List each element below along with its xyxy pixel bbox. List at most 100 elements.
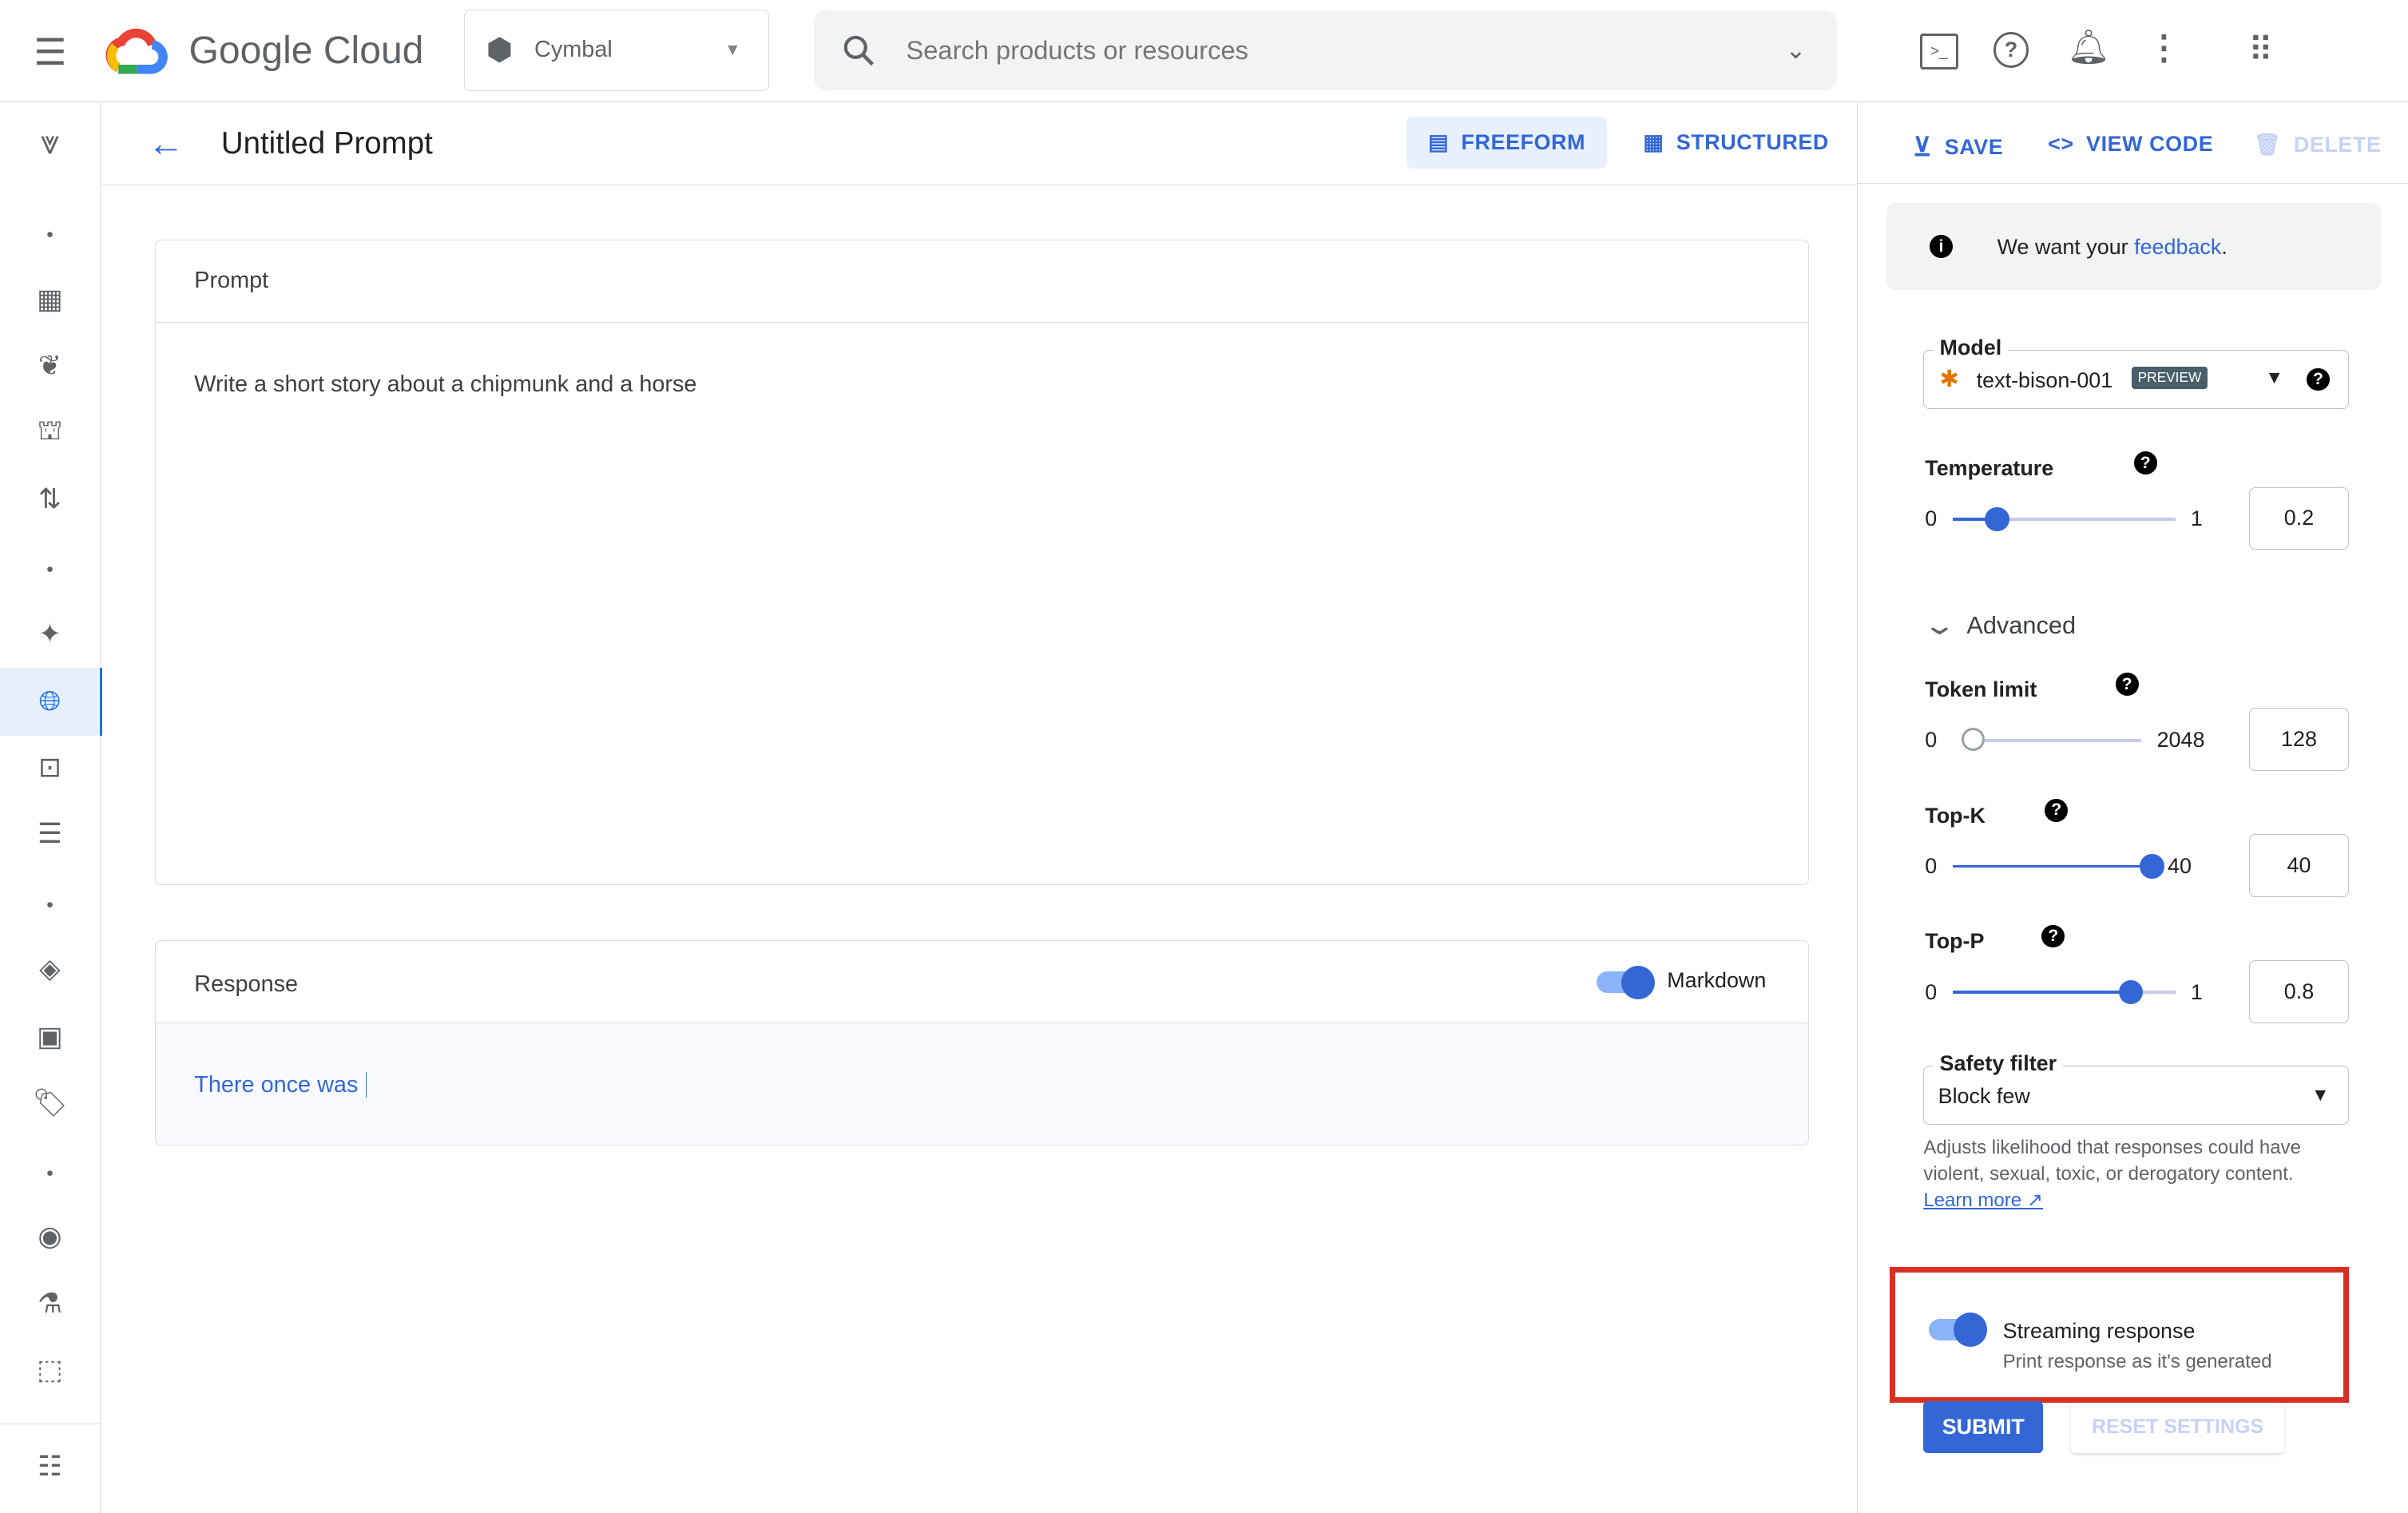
table-icon: ▦ <box>1643 130 1664 155</box>
temperature-max: 1 <box>2190 506 2203 531</box>
top-k-slider[interactable] <box>1952 854 2165 879</box>
temperature-help-icon[interactable]: ? <box>2133 451 2157 475</box>
tab-structured[interactable]: ▦ STRUCTURED <box>1643 117 1829 169</box>
top-p-min: 0 <box>1925 979 1938 1004</box>
dropdown-arrow-icon: ▼ <box>2311 1083 2330 1105</box>
learn-more-text: Learn more <box>1923 1189 2022 1212</box>
apps-grid-icon[interactable]: ⠿ <box>2248 30 2273 69</box>
top-p-slider[interactable] <box>1952 979 2176 1005</box>
token-limit-label: Token limit <box>1925 677 2037 701</box>
settings-panel: ⊻ SAVE <> VIEW CODE 🗑︎ DELETE i We want you… <box>1856 102 2408 1513</box>
chevron-down-icon[interactable]: ⌄ <box>1785 36 1806 65</box>
top-k-slider-thumb[interactable] <box>2140 854 2165 879</box>
trash-icon: 🗑︎ <box>2253 133 2282 157</box>
notifications-icon[interactable]: 🔔︎ <box>2067 28 2110 67</box>
pipelines-icon[interactable]: ⇅ <box>0 468 100 530</box>
token-limit-control: Token limit ? 0 2048 128 <box>1858 673 2408 800</box>
top-p-max: 1 <box>2190 979 2203 1004</box>
top-k-value-input[interactable]: 40 <box>2248 834 2350 897</box>
caret-down-icon: ▼ <box>724 40 741 59</box>
token-limit-min: 0 <box>1925 728 1938 753</box>
top-k-max: 40 <box>2168 854 2192 879</box>
search-bar[interactable]: ⌄ <box>814 10 1837 91</box>
feedback-text: We want your <box>1997 235 2135 260</box>
token-limit-max: 2048 <box>2156 728 2205 753</box>
delete-button: 🗑︎ DELETE <box>2254 132 2382 157</box>
dashboard-icon[interactable]: ▦ <box>0 268 100 330</box>
model-garden-icon[interactable]: ⛫ <box>0 403 100 464</box>
temperature-value-input[interactable]: 0.2 <box>2248 486 2350 550</box>
project-icon: ⬢ <box>486 33 514 68</box>
prompt-header: ← Untitled Prompt ▤ FREEFORM ▦ STRUCTURED <box>101 103 1855 185</box>
project-selector[interactable]: ⬢ Cymbal ▼ <box>463 9 770 91</box>
search-input[interactable] <box>903 34 1786 68</box>
project-name: Cymbal <box>534 37 613 63</box>
streaming-subtitle: Print response as it's generated <box>2002 1351 2272 1373</box>
google-cloud-logo <box>105 28 168 74</box>
menu-icon[interactable]: ☰ <box>34 30 66 73</box>
top-bar: ☰ Google Cloud ⬢ Cymbal ▼ ⌄ >_ ? 🔔︎ ⋮ ⠿ <box>0 0 2408 102</box>
top-p-help-icon[interactable]: ? <box>2041 924 2065 948</box>
nav-separator-dot: ● <box>46 562 54 577</box>
save-icon: ⊻ <box>1912 132 1933 162</box>
token-limit-help-icon[interactable]: ? <box>2115 673 2139 696</box>
advanced-toggle[interactable]: ⌄ Advanced <box>1922 610 2076 641</box>
deploy-icon[interactable]: ◉ <box>0 1205 100 1267</box>
temperature-slider[interactable] <box>1952 506 2176 532</box>
help-icon[interactable]: ? <box>1993 32 2029 68</box>
experiments-icon[interactable]: ⚗ <box>0 1273 100 1335</box>
temperature-control: Temperature ? 0 1 0.2 <box>1858 451 2408 579</box>
save-button[interactable]: ⊻ SAVE <box>1913 132 2003 162</box>
workbench-icon[interactable]: ⬚ <box>0 1340 100 1401</box>
top-k-help-icon[interactable]: ? <box>2045 798 2069 822</box>
submit-button[interactable]: SUBMIT <box>1923 1400 2044 1453</box>
model-help-icon[interactable]: ? <box>2307 367 2330 391</box>
reset-settings-button: RESET SETTINGS <box>2071 1401 2284 1453</box>
top-p-slider-thumb[interactable] <box>2118 979 2144 1005</box>
response-text: There once was <box>194 1072 359 1098</box>
side-nav: ⩔ ● ▦ ❦ ⛫ ⇅ ● ✦ 🌐︎ ⊡ ☰ ● ◈ ▣ 🏷︎ ● ◉ ⚗ ⬚ … <box>0 102 102 1513</box>
delete-label: DELETE <box>2293 132 2382 157</box>
feedback-banner: i We want your feedback. <box>1886 202 2382 291</box>
external-link-icon: ↗ <box>2026 1189 2043 1212</box>
sprout-icon[interactable]: ❦ <box>0 335 100 396</box>
tag-icon[interactable]: 🏷︎ <box>0 1072 100 1134</box>
more-vert-icon[interactable]: ⋮ <box>2147 28 2180 67</box>
back-arrow-icon[interactable]: ← <box>148 121 184 165</box>
top-p-value-input[interactable]: 0.8 <box>2248 959 2350 1023</box>
streaming-toggle[interactable] <box>1929 1312 1988 1347</box>
labeling-icon[interactable]: ▣ <box>0 1006 100 1067</box>
markdown-toggle[interactable] <box>1596 965 1655 999</box>
cloud-shell-icon[interactable]: >_ <box>1919 34 1958 69</box>
model-select[interactable]: Model ✱ text-bison-001 PREVIEW ▼ ? <box>1923 336 2350 409</box>
safety-filter-select[interactable]: Safety filter Block few ▼ <box>1923 1051 2350 1125</box>
model-icon: ✱ <box>1939 366 1959 392</box>
tab-label: FREEFORM <box>1461 130 1586 155</box>
speech-icon[interactable]: ☰ <box>0 804 100 865</box>
prompt-textarea[interactable]: Write a short story about a chipmunk and… <box>156 323 1808 882</box>
nav-separator-dot: ● <box>46 1166 54 1180</box>
temperature-slider-thumb[interactable] <box>1985 506 2009 532</box>
preview-badge: PREVIEW <box>2131 366 2208 390</box>
nav-separator-dot: ● <box>46 897 54 911</box>
sparkle-icon[interactable]: ✦ <box>0 604 100 665</box>
safety-filter-value: Block few <box>1938 1083 2030 1108</box>
feedback-link[interactable]: feedback <box>2134 235 2221 259</box>
release-notes-icon[interactable]: ☷ <box>0 1436 100 1498</box>
brand-name[interactable]: Google Cloud <box>189 28 424 73</box>
prompt-card: Prompt Write a short story about a chipm… <box>155 239 1810 885</box>
datasets-icon[interactable]: ◈ <box>0 939 100 1000</box>
vision-icon[interactable]: ⊡ <box>0 737 100 799</box>
tab-freeform[interactable]: ▤ FREEFORM <box>1406 117 1608 169</box>
learn-more-link[interactable]: Learn more ↗ <box>1923 1189 2043 1212</box>
language-icon[interactable]: 🌐︎ <box>0 668 102 736</box>
view-code-button[interactable]: <> VIEW CODE <box>2048 132 2213 157</box>
nav-separator-dot: ● <box>46 228 54 242</box>
token-limit-slider[interactable] <box>1962 728 2142 752</box>
token-limit-value-input[interactable]: 128 <box>2248 708 2350 772</box>
vertex-ai-logo-icon: ⩔ <box>40 123 60 161</box>
response-card: Response Markdown There once was <box>155 939 1810 1146</box>
markdown-label: Markdown <box>1667 968 1767 993</box>
prompt-heading: Prompt <box>156 240 1809 323</box>
token-limit-slider-thumb[interactable] <box>1962 728 1986 752</box>
